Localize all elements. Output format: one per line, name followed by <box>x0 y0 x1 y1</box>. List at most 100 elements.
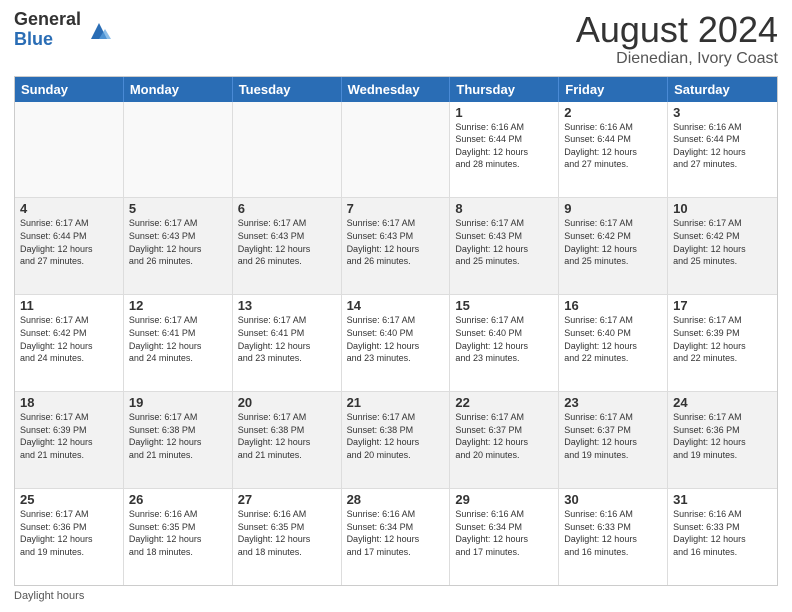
day-headers: SundayMondayTuesdayWednesdayThursdayFrid… <box>15 77 777 102</box>
main-container: General Blue August 2024 Dienedian, Ivor… <box>0 0 792 612</box>
header: General Blue August 2024 Dienedian, Ivor… <box>14 10 778 68</box>
main-title: August 2024 <box>576 10 778 50</box>
logo: General Blue <box>14 10 115 50</box>
day-cell: 4Sunrise: 6:17 AM Sunset: 6:44 PM Daylig… <box>15 198 124 294</box>
logo-icon <box>83 15 115 47</box>
week-row-3: 18Sunrise: 6:17 AM Sunset: 6:39 PM Dayli… <box>15 392 777 489</box>
day-cell: 29Sunrise: 6:16 AM Sunset: 6:34 PM Dayli… <box>450 489 559 585</box>
day-info: Sunrise: 6:17 AM Sunset: 6:43 PM Dayligh… <box>238 217 336 267</box>
day-number: 8 <box>455 201 553 216</box>
day-header-saturday: Saturday <box>668 77 777 102</box>
day-cell: 22Sunrise: 6:17 AM Sunset: 6:37 PM Dayli… <box>450 392 559 488</box>
logo-text: General Blue <box>14 10 81 50</box>
day-info: Sunrise: 6:17 AM Sunset: 6:43 PM Dayligh… <box>129 217 227 267</box>
day-cell: 26Sunrise: 6:16 AM Sunset: 6:35 PM Dayli… <box>124 489 233 585</box>
week-row-4: 25Sunrise: 6:17 AM Sunset: 6:36 PM Dayli… <box>15 489 777 585</box>
day-info: Sunrise: 6:16 AM Sunset: 6:34 PM Dayligh… <box>347 508 445 558</box>
day-number: 17 <box>673 298 772 313</box>
day-number: 16 <box>564 298 662 313</box>
day-info: Sunrise: 6:17 AM Sunset: 6:39 PM Dayligh… <box>20 411 118 461</box>
day-cell: 14Sunrise: 6:17 AM Sunset: 6:40 PM Dayli… <box>342 295 451 391</box>
footer: Daylight hours <box>14 590 778 602</box>
calendar: SundayMondayTuesdayWednesdayThursdayFrid… <box>14 76 778 586</box>
day-info: Sunrise: 6:17 AM Sunset: 6:38 PM Dayligh… <box>238 411 336 461</box>
day-info: Sunrise: 6:17 AM Sunset: 6:44 PM Dayligh… <box>20 217 118 267</box>
day-cell: 9Sunrise: 6:17 AM Sunset: 6:42 PM Daylig… <box>559 198 668 294</box>
day-cell: 27Sunrise: 6:16 AM Sunset: 6:35 PM Dayli… <box>233 489 342 585</box>
day-cell: 5Sunrise: 6:17 AM Sunset: 6:43 PM Daylig… <box>124 198 233 294</box>
logo-blue: Blue <box>14 30 81 50</box>
day-cell: 20Sunrise: 6:17 AM Sunset: 6:38 PM Dayli… <box>233 392 342 488</box>
day-info: Sunrise: 6:16 AM Sunset: 6:44 PM Dayligh… <box>455 121 553 171</box>
day-cell: 15Sunrise: 6:17 AM Sunset: 6:40 PM Dayli… <box>450 295 559 391</box>
day-number: 15 <box>455 298 553 313</box>
day-cell: 18Sunrise: 6:17 AM Sunset: 6:39 PM Dayli… <box>15 392 124 488</box>
day-header-monday: Monday <box>124 77 233 102</box>
day-info: Sunrise: 6:17 AM Sunset: 6:38 PM Dayligh… <box>129 411 227 461</box>
day-cell: 10Sunrise: 6:17 AM Sunset: 6:42 PM Dayli… <box>668 198 777 294</box>
day-number: 3 <box>673 105 772 120</box>
day-header-thursday: Thursday <box>450 77 559 102</box>
day-number: 12 <box>129 298 227 313</box>
day-number: 4 <box>20 201 118 216</box>
day-info: Sunrise: 6:17 AM Sunset: 6:38 PM Dayligh… <box>347 411 445 461</box>
day-cell: 1Sunrise: 6:16 AM Sunset: 6:44 PM Daylig… <box>450 102 559 198</box>
day-cell: 12Sunrise: 6:17 AM Sunset: 6:41 PM Dayli… <box>124 295 233 391</box>
day-number: 9 <box>564 201 662 216</box>
day-number: 20 <box>238 395 336 410</box>
day-info: Sunrise: 6:17 AM Sunset: 6:41 PM Dayligh… <box>129 314 227 364</box>
day-cell: 2Sunrise: 6:16 AM Sunset: 6:44 PM Daylig… <box>559 102 668 198</box>
day-cell: 28Sunrise: 6:16 AM Sunset: 6:34 PM Dayli… <box>342 489 451 585</box>
week-row-0: 1Sunrise: 6:16 AM Sunset: 6:44 PM Daylig… <box>15 102 777 199</box>
day-cell: 6Sunrise: 6:17 AM Sunset: 6:43 PM Daylig… <box>233 198 342 294</box>
day-cell: 24Sunrise: 6:17 AM Sunset: 6:36 PM Dayli… <box>668 392 777 488</box>
day-cell: 17Sunrise: 6:17 AM Sunset: 6:39 PM Dayli… <box>668 295 777 391</box>
title-block: August 2024 Dienedian, Ivory Coast <box>576 10 778 68</box>
day-number: 10 <box>673 201 772 216</box>
day-number: 2 <box>564 105 662 120</box>
day-info: Sunrise: 6:17 AM Sunset: 6:40 PM Dayligh… <box>347 314 445 364</box>
day-info: Sunrise: 6:17 AM Sunset: 6:42 PM Dayligh… <box>20 314 118 364</box>
day-cell <box>233 102 342 198</box>
day-info: Sunrise: 6:16 AM Sunset: 6:33 PM Dayligh… <box>564 508 662 558</box>
day-info: Sunrise: 6:16 AM Sunset: 6:35 PM Dayligh… <box>238 508 336 558</box>
day-info: Sunrise: 6:17 AM Sunset: 6:42 PM Dayligh… <box>564 217 662 267</box>
day-cell: 23Sunrise: 6:17 AM Sunset: 6:37 PM Dayli… <box>559 392 668 488</box>
day-number: 23 <box>564 395 662 410</box>
day-number: 31 <box>673 492 772 507</box>
day-info: Sunrise: 6:16 AM Sunset: 6:44 PM Dayligh… <box>673 121 772 171</box>
day-cell: 25Sunrise: 6:17 AM Sunset: 6:36 PM Dayli… <box>15 489 124 585</box>
day-info: Sunrise: 6:17 AM Sunset: 6:41 PM Dayligh… <box>238 314 336 364</box>
day-cell: 13Sunrise: 6:17 AM Sunset: 6:41 PM Dayli… <box>233 295 342 391</box>
week-row-1: 4Sunrise: 6:17 AM Sunset: 6:44 PM Daylig… <box>15 198 777 295</box>
day-number: 27 <box>238 492 336 507</box>
day-cell <box>124 102 233 198</box>
day-number: 5 <box>129 201 227 216</box>
weeks: 1Sunrise: 6:16 AM Sunset: 6:44 PM Daylig… <box>15 102 777 585</box>
day-info: Sunrise: 6:16 AM Sunset: 6:33 PM Dayligh… <box>673 508 772 558</box>
day-info: Sunrise: 6:17 AM Sunset: 6:36 PM Dayligh… <box>673 411 772 461</box>
day-number: 19 <box>129 395 227 410</box>
day-number: 25 <box>20 492 118 507</box>
day-info: Sunrise: 6:16 AM Sunset: 6:34 PM Dayligh… <box>455 508 553 558</box>
day-cell: 3Sunrise: 6:16 AM Sunset: 6:44 PM Daylig… <box>668 102 777 198</box>
day-number: 21 <box>347 395 445 410</box>
day-info: Sunrise: 6:17 AM Sunset: 6:40 PM Dayligh… <box>564 314 662 364</box>
day-info: Sunrise: 6:16 AM Sunset: 6:44 PM Dayligh… <box>564 121 662 171</box>
day-info: Sunrise: 6:17 AM Sunset: 6:42 PM Dayligh… <box>673 217 772 267</box>
day-number: 30 <box>564 492 662 507</box>
day-number: 24 <box>673 395 772 410</box>
day-cell: 30Sunrise: 6:16 AM Sunset: 6:33 PM Dayli… <box>559 489 668 585</box>
day-number: 7 <box>347 201 445 216</box>
day-cell: 8Sunrise: 6:17 AM Sunset: 6:43 PM Daylig… <box>450 198 559 294</box>
day-info: Sunrise: 6:17 AM Sunset: 6:37 PM Dayligh… <box>564 411 662 461</box>
day-header-wednesday: Wednesday <box>342 77 451 102</box>
day-info: Sunrise: 6:17 AM Sunset: 6:43 PM Dayligh… <box>455 217 553 267</box>
day-cell: 31Sunrise: 6:16 AM Sunset: 6:33 PM Dayli… <box>668 489 777 585</box>
day-number: 1 <box>455 105 553 120</box>
day-info: Sunrise: 6:17 AM Sunset: 6:39 PM Dayligh… <box>673 314 772 364</box>
day-number: 22 <box>455 395 553 410</box>
subtitle: Dienedian, Ivory Coast <box>576 50 778 68</box>
day-header-sunday: Sunday <box>15 77 124 102</box>
logo-general: General <box>14 10 81 30</box>
